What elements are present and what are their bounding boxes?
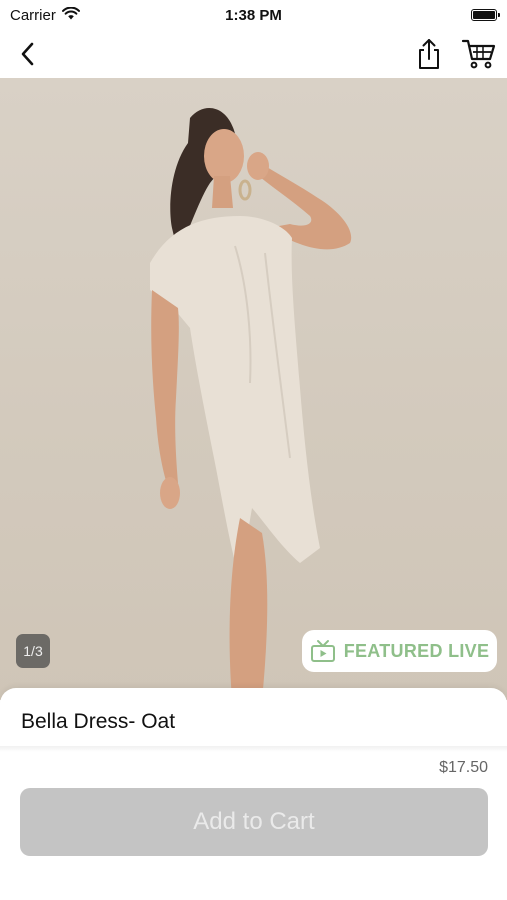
status-time: 1:38 PM (225, 6, 282, 24)
add-to-cart-button[interactable]: Add to Cart (20, 788, 488, 856)
share-icon (419, 39, 439, 69)
product-details-sheet: Bella Dress- Oat $17.50 Add to Cart (0, 688, 507, 900)
chevron-left-icon (21, 42, 34, 66)
featured-live-label: FEATURED LIVE (343, 640, 490, 661)
product-title: Bella Dress- Oat (21, 710, 176, 733)
status-right (327, 9, 500, 21)
carrier-label: Carrier (10, 6, 56, 24)
product-price: $17.50 (439, 759, 488, 776)
battery-icon (471, 9, 500, 21)
tv-icon (310, 640, 335, 662)
back-button[interactable] (10, 36, 46, 72)
featured-live-badge[interactable]: FEATURED LIVE (302, 630, 497, 672)
nav-actions (411, 36, 497, 72)
status-bar: Carrier 1:38 PM (0, 0, 507, 30)
share-button[interactable] (411, 36, 447, 72)
sheet-divider (0, 746, 507, 752)
nav-bar (0, 30, 507, 78)
status-left: Carrier (10, 6, 180, 24)
cart-icon (461, 39, 496, 69)
wifi-icon (61, 6, 80, 24)
product-photo (150, 107, 352, 700)
image-page-counter: 1/3 (16, 634, 50, 668)
product-image-gallery[interactable]: 1/3 FEATURED LIVE (0, 78, 507, 700)
cart-button[interactable] (461, 36, 497, 72)
